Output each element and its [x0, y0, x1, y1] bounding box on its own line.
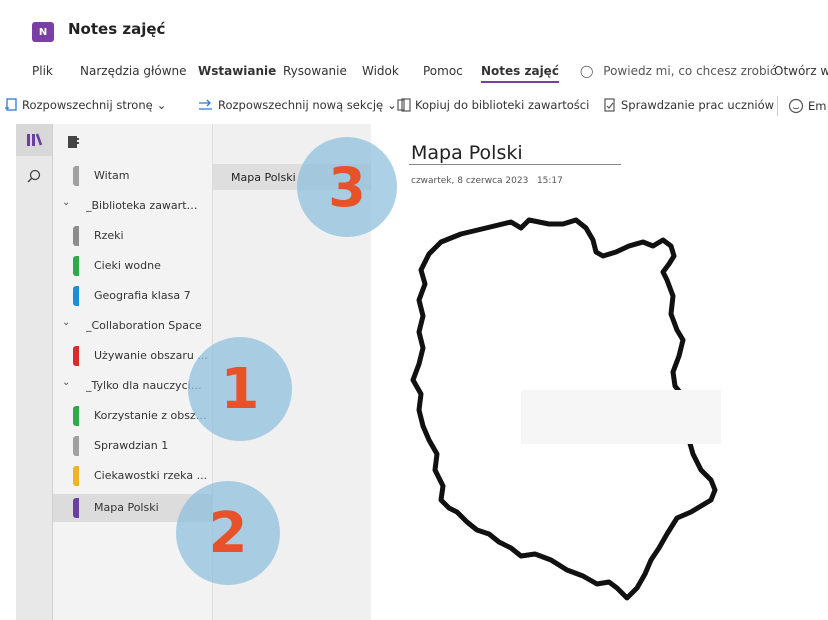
section-group-label: _Tylko dla nauczyciela — [86, 379, 202, 392]
callout-2: 2 — [176, 481, 280, 585]
distribute-page-icon — [5, 98, 17, 111]
toolbar-divider — [777, 96, 778, 116]
library-icon — [27, 133, 42, 146]
section-item[interactable]: Sprawdzian 1 — [53, 432, 212, 460]
distribute-page-button[interactable]: Rozpowszechnij stronę ⌄ — [4, 98, 166, 112]
distribute-page-label: Rozpowszechnij stronę — [22, 98, 153, 112]
section-item[interactable]: Cieki wodne — [53, 252, 212, 280]
copy-library-button[interactable]: Kopiuj do biblioteki zawartości — [397, 98, 589, 112]
section-label: Ciekawostki rzeka ... — [94, 469, 208, 482]
search-button[interactable] — [16, 160, 52, 192]
section-label: Geografia klasa 7 — [94, 289, 191, 302]
chevron-down-icon[interactable]: ⌄ — [62, 197, 70, 208]
emoji-button[interactable]: Em — [788, 98, 826, 114]
section-group-label: _Collaboration Space — [86, 319, 202, 332]
section-group[interactable]: ⌄ _Biblioteka zawartości — [53, 192, 212, 220]
open-in-button[interactable]: Otwórz w — [774, 64, 828, 78]
section-item[interactable]: Witam — [53, 162, 212, 190]
section-item[interactable]: Korzystanie z obsza... — [53, 402, 212, 430]
review-student-work-button[interactable]: Sprawdzanie prac uczniów — [603, 98, 774, 112]
section-color-tab — [73, 498, 79, 518]
page-label: Mapa Polski — [231, 171, 296, 184]
tab-notes-zajec[interactable]: Notes zajęć — [481, 64, 559, 83]
section-label: Używanie obszaru ... — [94, 349, 208, 362]
section-color-tab — [73, 286, 79, 306]
emoji-label: Em — [808, 99, 827, 113]
tab-pomoc[interactable]: Pomoc — [423, 64, 463, 78]
section-group-label: _Biblioteka zawartości — [86, 199, 202, 212]
section-color-tab — [73, 166, 79, 186]
chevron-down-icon[interactable]: ⌄ — [62, 317, 70, 328]
search-icon — [27, 169, 41, 183]
chevron-down-icon[interactable]: ⌄ — [62, 377, 70, 388]
tab-widok[interactable]: Widok — [362, 64, 399, 78]
section-item[interactable]: Rzeki — [53, 222, 212, 250]
callout-1: 1 — [188, 337, 292, 441]
chevron-down-icon: ⌄ — [387, 98, 397, 112]
notebooks-button[interactable] — [16, 124, 52, 156]
section-color-tab — [73, 346, 79, 366]
section-label: Rzeki — [94, 229, 124, 242]
poland-map-outline — [410, 217, 721, 601]
smiley-heart-icon — [788, 98, 804, 114]
section-label: Cieki wodne — [94, 259, 161, 272]
section-item[interactable]: Geografia klasa 7 — [53, 282, 212, 310]
section-color-tab — [73, 406, 79, 426]
callout-3: 3 — [297, 137, 397, 237]
tell-me-box[interactable]: ◯ Powiedz mi, co chcesz zrobić — [580, 64, 777, 78]
section-label: Witam — [94, 169, 130, 182]
tab-wstawianie[interactable]: Wstawianie — [198, 64, 276, 78]
distribute-section-icon — [199, 99, 212, 110]
app-title: Notes zajęć — [68, 20, 166, 38]
copy-library-icon — [397, 98, 411, 112]
tab-narzedzia-glowne[interactable]: Narzędzia główne — [80, 64, 187, 78]
chevron-down-icon: ⌄ — [156, 98, 167, 112]
onenote-app-icon: N — [32, 22, 54, 42]
section-color-tab — [73, 256, 79, 276]
ribbon-tabs: Plik Narzędzia główne Wstawianie Rysowan… — [0, 58, 828, 86]
tab-rysowanie[interactable]: Rysowanie — [283, 64, 347, 78]
tab-plik[interactable]: Plik — [32, 64, 53, 78]
lightbulb-icon: ◯ — [580, 64, 594, 78]
section-label: Sprawdzian 1 — [94, 439, 169, 452]
faint-highlight-box — [521, 390, 721, 444]
section-color-tab — [73, 466, 79, 486]
tell-me-text: Powiedz mi, co chcesz zrobić — [603, 64, 777, 78]
app-icon-letter: N — [38, 26, 48, 38]
page-canvas[interactable]: Mapa Polski czwartek, 8 czerwca 2023 15:… — [371, 124, 828, 620]
ribbon-toolbar: Rozpowszechnij stronę ⌄ Rozpowszechnij n… — [0, 92, 828, 122]
copy-library-label: Kopiuj do biblioteki zawartości — [415, 98, 590, 112]
distribute-section-label: Rozpowszechnij nową sekcję — [218, 98, 384, 112]
review-icon — [604, 98, 615, 112]
section-color-tab — [73, 226, 79, 246]
review-label: Sprawdzanie prac uczniów — [621, 98, 775, 112]
section-color-tab — [73, 436, 79, 456]
navigation-rail — [16, 124, 53, 620]
notebook-icon — [67, 134, 79, 153]
title-bar: N Notes zajęć — [0, 0, 828, 55]
distribute-section-button[interactable]: Rozpowszechnij nową sekcję ⌄ — [198, 98, 397, 112]
section-group[interactable]: ⌄ _Collaboration Space — [53, 312, 212, 340]
section-item[interactable]: Używanie obszaru ... — [53, 342, 212, 370]
section-item[interactable]: Ciekawostki rzeka ... — [53, 462, 212, 490]
